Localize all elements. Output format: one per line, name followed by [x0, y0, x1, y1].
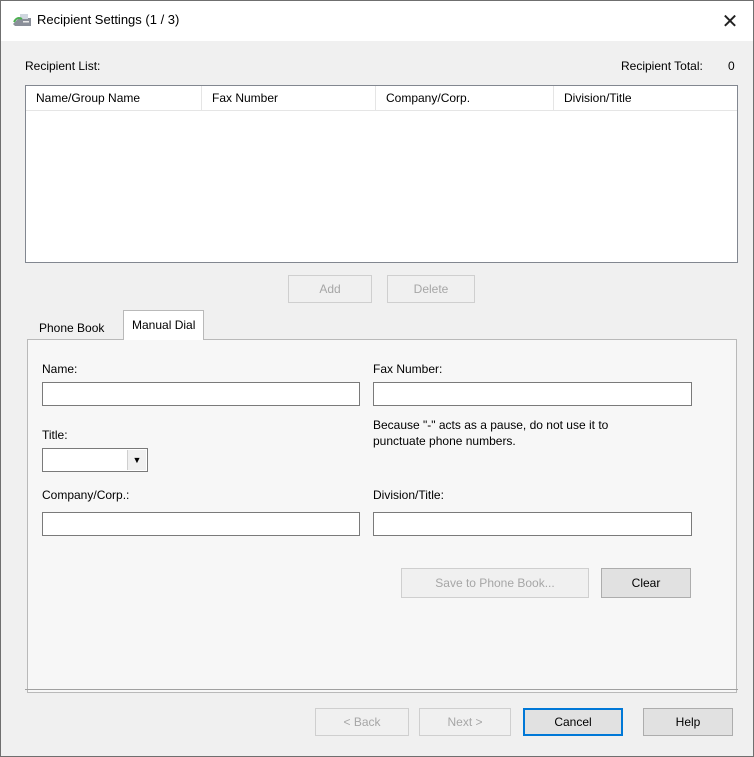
fax-hint-line-1: Because "-" acts as a pause, do not use …	[373, 418, 609, 432]
recipient-list[interactable]: Name/Group Name Fax Number Company/Corp.…	[25, 85, 738, 263]
title-dropdown[interactable]: ▼	[42, 448, 148, 472]
save-to-phone-book-button[interactable]: Save to Phone Book...	[401, 568, 589, 598]
back-button[interactable]: < Back	[315, 708, 409, 736]
footer-separator	[25, 689, 738, 690]
column-header-division[interactable]: Division/Title	[554, 86, 735, 110]
recipient-list-label: Recipient List:	[25, 59, 101, 73]
company-label: Company/Corp.:	[42, 488, 130, 502]
division-label: Division/Title:	[373, 488, 444, 502]
title-label: Title:	[42, 428, 68, 442]
name-field[interactable]	[42, 382, 360, 406]
window-title: Recipient Settings (1 / 3)	[37, 12, 180, 27]
dialog-window: Recipient Settings (1 / 3) ✕ Recipient L…	[0, 0, 754, 757]
column-header-company[interactable]: Company/Corp.	[376, 86, 554, 110]
tab-manual-dial[interactable]: Manual Dial	[123, 310, 205, 340]
fax-number-label: Fax Number:	[373, 362, 443, 376]
tab-phone-book[interactable]: Phone Book	[31, 315, 112, 341]
division-field[interactable]	[373, 512, 692, 536]
recipient-total-label: Recipient Total:	[621, 59, 703, 73]
next-button[interactable]: Next >	[419, 708, 511, 736]
add-button[interactable]: Add	[288, 275, 372, 303]
cancel-button[interactable]: Cancel	[523, 708, 623, 736]
column-header-name[interactable]: Name/Group Name	[26, 86, 202, 110]
fax-icon	[13, 14, 31, 26]
company-field[interactable]	[42, 512, 360, 536]
fax-hint-line-2: punctuate phone numbers.	[373, 434, 516, 448]
column-header-fax[interactable]: Fax Number	[202, 86, 376, 110]
recipient-total-value: 0	[728, 59, 735, 73]
delete-button[interactable]: Delete	[387, 275, 475, 303]
close-button[interactable]: ✕	[707, 1, 753, 41]
fax-number-field[interactable]	[373, 382, 692, 406]
name-label: Name:	[42, 362, 78, 376]
chevron-down-icon[interactable]: ▼	[127, 450, 146, 470]
list-header: Name/Group Name Fax Number Company/Corp.…	[26, 86, 737, 111]
clear-button[interactable]: Clear	[601, 568, 691, 598]
title-bar: Recipient Settings (1 / 3) ✕	[1, 1, 753, 41]
manual-dial-panel: Name: Fax Number: Because "-" acts as a …	[27, 339, 737, 693]
help-button[interactable]: Help	[643, 708, 733, 736]
